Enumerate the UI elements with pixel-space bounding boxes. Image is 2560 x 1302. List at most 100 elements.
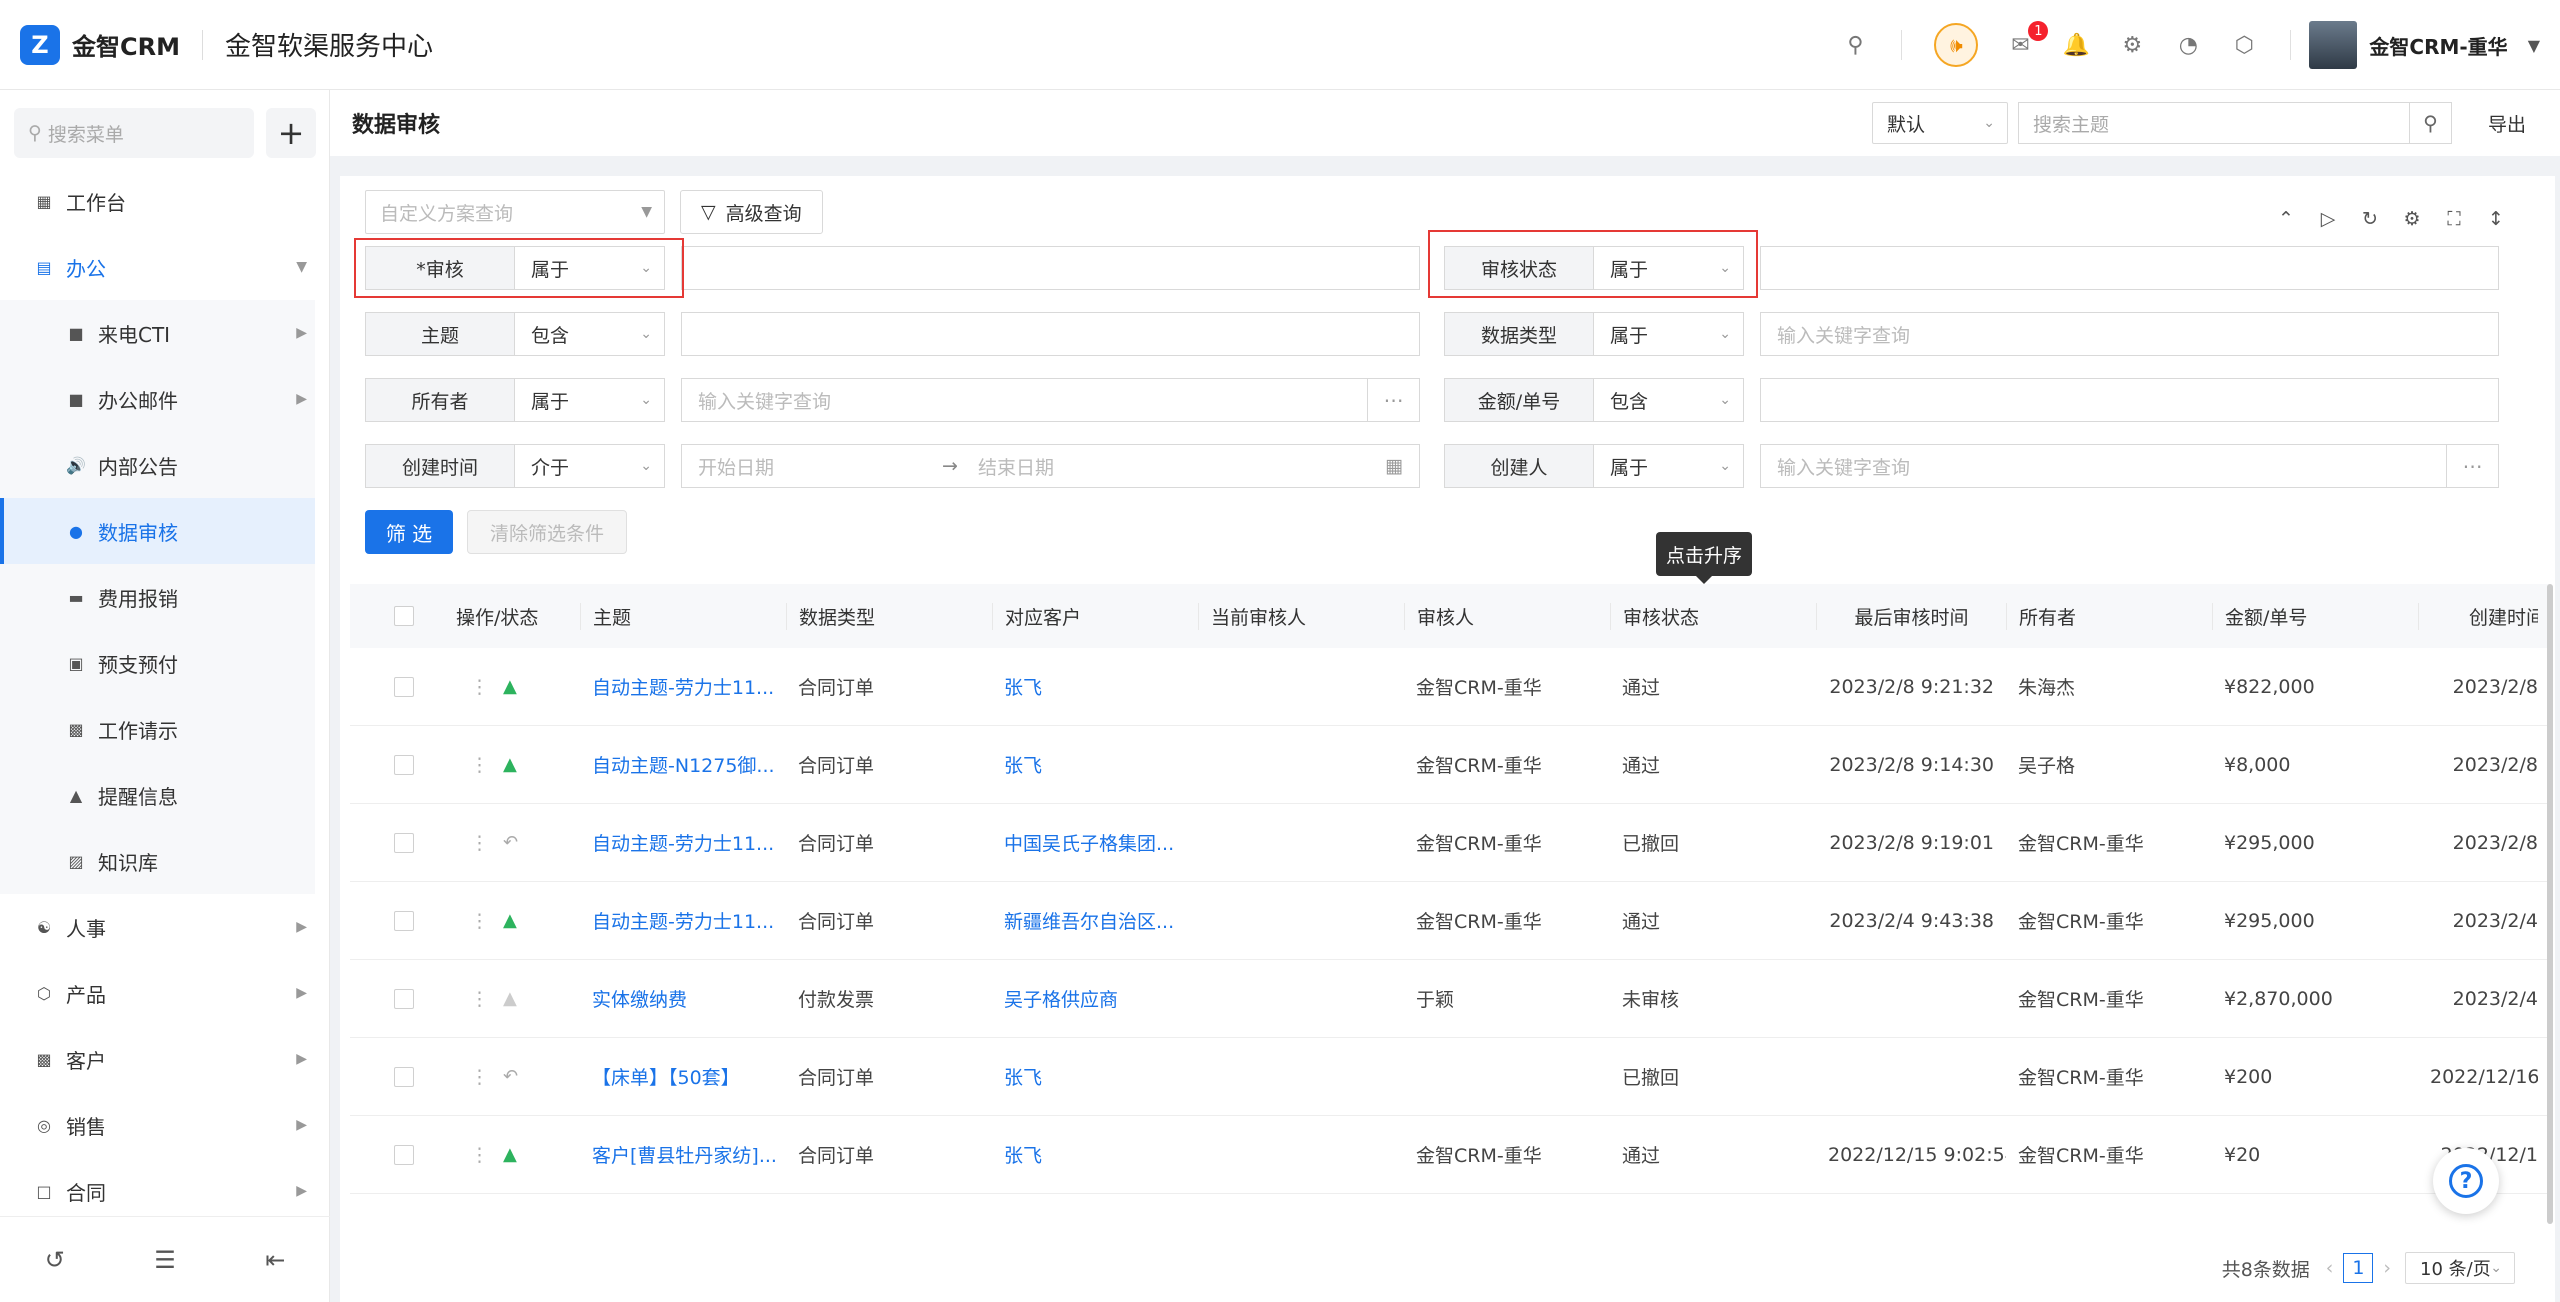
filter-operator-select[interactable]: 包含 ⌄ xyxy=(515,312,665,356)
sidebar-item-office-mail[interactable]: ■ 办公邮件 ▶ xyxy=(0,366,315,432)
cell-customer[interactable]: 张飞 xyxy=(992,751,1198,778)
col-header-created[interactable]: 创建时间 xyxy=(2418,602,2538,630)
fullscreen-icon[interactable]: ⛶ xyxy=(2433,208,2475,230)
sidebar-item-prepay[interactable]: ▣ 预支预付 xyxy=(0,630,315,696)
filter-operator-select[interactable]: 包含 ⌄ xyxy=(1594,378,1744,422)
cell-theme[interactable]: 自动主题-N1275御... xyxy=(580,751,786,778)
row-checkbox[interactable] xyxy=(394,754,414,775)
sidebar-item-hr[interactable]: ☯ 人事 ▶ xyxy=(0,894,315,960)
sidebar-item-reminder[interactable]: ▲ 提醒信息 xyxy=(0,762,315,828)
col-header-type[interactable]: 数据类型 xyxy=(786,602,992,630)
select-all-checkbox[interactable] xyxy=(394,606,414,626)
table-row[interactable]: ⋮ ↶ 【床单】【50套】 合同订单 张飞 已撤回 金智CRM-重华 ¥200 2022/12/… xyxy=(350,1038,2550,1116)
bell-icon[interactable]: 🔔 xyxy=(2062,31,2090,59)
filter-value-input[interactable]: 输入关键字查询 ⋯ xyxy=(681,378,1420,422)
theme-search[interactable]: 搜索主题 ⚲ xyxy=(2017,102,2452,144)
row-checkbox[interactable] xyxy=(394,910,414,931)
cell-customer[interactable]: 中国吴氏子格集团... xyxy=(992,829,1198,856)
sidebar-item-sales[interactable]: ◎ 销售 ▶ xyxy=(0,1092,315,1158)
row-menu-icon[interactable]: ⋮ xyxy=(470,910,489,932)
table-row[interactable]: ⋮ ▲ 自动主题-劳力士11... 合同订单 张飞 金智CRM-重华 通过 2023/2/8 … xyxy=(350,648,2550,726)
col-header-amount[interactable]: 金额/单号 xyxy=(2212,602,2418,630)
logo[interactable]: Z 金智CRM xyxy=(20,24,180,65)
add-menu-button[interactable]: + xyxy=(266,108,316,158)
cell-customer[interactable]: 张飞 xyxy=(992,673,1198,700)
sidebar-item-work-request[interactable]: ▩ 工作请示 xyxy=(0,696,315,762)
cell-customer[interactable]: 张飞 xyxy=(992,1063,1198,1090)
row-menu-icon[interactable]: ⋮ xyxy=(470,1066,489,1088)
sidebar-item-cti[interactable]: ■ 来电CTI ▶ xyxy=(0,300,315,366)
row-menu-icon[interactable]: ⋮ xyxy=(470,676,489,698)
filter-value-input[interactable] xyxy=(681,246,1420,290)
sidebar-item-expense[interactable]: ▬ 费用报销 xyxy=(0,564,315,630)
filter-value-input[interactable] xyxy=(1760,246,2499,290)
history-icon[interactable]: ↺ xyxy=(45,1246,65,1274)
col-header-theme[interactable]: 主题 xyxy=(580,602,786,630)
table-row[interactable]: ⋮ ▲ 自动主题-劳力士11... 合同订单 新疆维吾尔自治区... 金智CRM-重华 通过… xyxy=(350,882,2550,960)
settings-sliders-icon[interactable]: ☰ xyxy=(154,1246,176,1274)
more-options-icon[interactable]: ⋯ xyxy=(2446,445,2498,487)
cell-customer[interactable]: 张飞 xyxy=(992,1141,1198,1168)
advanced-query-button[interactable]: ▽ 高级查询 xyxy=(680,190,823,234)
col-header-reviewer[interactable]: 审核人 xyxy=(1404,602,1610,630)
filter-value-input[interactable]: 输入关键字查询 ⋯ xyxy=(1760,444,2499,488)
cell-customer[interactable]: 吴子格供应商 xyxy=(992,985,1198,1012)
row-menu-icon[interactable]: ⋮ xyxy=(470,988,489,1010)
sidebar-item-contract[interactable]: □ 合同 ▶ xyxy=(0,1158,315,1224)
more-options-icon[interactable]: ⋯ xyxy=(1367,379,1419,421)
next-page-icon[interactable]: › xyxy=(2383,1257,2391,1279)
filter-value-input[interactable] xyxy=(681,312,1420,356)
user-menu-caret-icon[interactable]: ▼ xyxy=(2528,36,2540,55)
table-row[interactable]: ⋮ ▲ 实体缴纳费 付款发票 吴子格供应商 于颖 未审核 金智CRM-重华 ¥2,870,000… xyxy=(350,960,2550,1038)
approved-user-icon[interactable]: ▲ xyxy=(503,1144,517,1165)
collapse-up-icon[interactable]: ⌃ xyxy=(2265,208,2307,230)
avatar[interactable] xyxy=(2309,21,2358,69)
filter-operator-select[interactable]: 属于 ⌄ xyxy=(1594,312,1744,356)
row-checkbox[interactable] xyxy=(394,676,414,697)
row-checkbox[interactable] xyxy=(394,832,414,853)
refresh-icon[interactable]: ↻ xyxy=(2349,208,2391,230)
row-menu-icon[interactable]: ⋮ xyxy=(470,832,489,854)
end-date-input[interactable]: 结束日期 xyxy=(978,453,1054,480)
page-size-select[interactable]: 10 条/页 ⌄ xyxy=(2405,1252,2515,1284)
sidebar-item-customer[interactable]: ▩ 客户 ▶ xyxy=(0,1026,315,1092)
col-header-customer[interactable]: 对应客户 xyxy=(992,602,1198,630)
cell-theme[interactable]: 实体缴纳费 xyxy=(580,985,786,1012)
sidebar-item-product[interactable]: ⬡ 产品 ▶ xyxy=(0,960,315,1026)
start-date-input[interactable]: 开始日期 xyxy=(698,453,774,480)
col-header-op[interactable]: 操作/状态 xyxy=(444,603,580,630)
gear-icon[interactable]: ⚙ xyxy=(2118,31,2146,59)
filter-button[interactable]: 筛 选 xyxy=(365,510,453,554)
help-button[interactable]: ? xyxy=(2433,1148,2499,1214)
collapse-menu-icon[interactable]: ⇤ xyxy=(265,1246,285,1274)
cell-theme[interactable]: 自动主题-劳力士11... xyxy=(580,673,786,700)
cell-customer[interactable]: 新疆维吾尔自治区... xyxy=(992,907,1198,934)
col-header-last-review[interactable]: 最后审核时间 xyxy=(1816,602,2006,630)
col-header-current-reviewer[interactable]: 当前审核人 xyxy=(1198,602,1404,630)
prev-page-icon[interactable]: ‹ xyxy=(2326,1257,2334,1279)
sidebar-item-announcement[interactable]: 🔊 内部公告 xyxy=(0,432,315,498)
search-icon[interactable]: ⚲ xyxy=(2408,103,2451,143)
cube-icon[interactable]: ⬡ xyxy=(2230,31,2258,59)
date-range-picker[interactable]: 开始日期 → 结束日期 ▦ xyxy=(681,444,1420,488)
cell-theme[interactable]: 自动主题-劳力士11... xyxy=(580,829,786,856)
approved-user-icon[interactable]: ▲ xyxy=(503,754,517,775)
withdraw-icon[interactable]: ↶ xyxy=(503,1066,518,1087)
withdraw-icon[interactable]: ↶ xyxy=(503,832,518,853)
speaker-icon[interactable]: 🕪 xyxy=(1934,23,1979,67)
row-height-icon[interactable]: ↕ xyxy=(2475,208,2517,230)
inbox-icon[interactable]: ✉ 1 xyxy=(2006,21,2049,59)
row-menu-icon[interactable]: ⋮ xyxy=(470,754,489,776)
search-icon[interactable]: ⚲ xyxy=(1841,31,1869,59)
filter-value-input[interactable] xyxy=(1760,378,2499,422)
table-row[interactable]: ⋮ ▲ 自动主题-N1275御... 合同订单 张飞 金智CRM-重华 通过 2023/2/8… xyxy=(350,726,2550,804)
row-checkbox[interactable] xyxy=(394,1144,414,1165)
menu-search-input[interactable]: ⚲ 搜索菜单 xyxy=(14,108,254,158)
approved-user-icon[interactable]: ▲ xyxy=(503,910,517,931)
table-row[interactable]: ⋮ ▲ 客户[曹县牡丹家纺]... 合同订单 张飞 金智CRM-重华 通过 2022/12/1… xyxy=(350,1116,2550,1194)
filter-operator-select[interactable]: 介于 ⌄ xyxy=(515,444,665,488)
play-icon[interactable]: ▷ xyxy=(2307,208,2349,230)
row-checkbox[interactable] xyxy=(394,1066,414,1087)
row-menu-icon[interactable]: ⋮ xyxy=(470,1144,489,1166)
sidebar-item-office[interactable]: ▤ 办公 ▼ xyxy=(0,234,315,300)
